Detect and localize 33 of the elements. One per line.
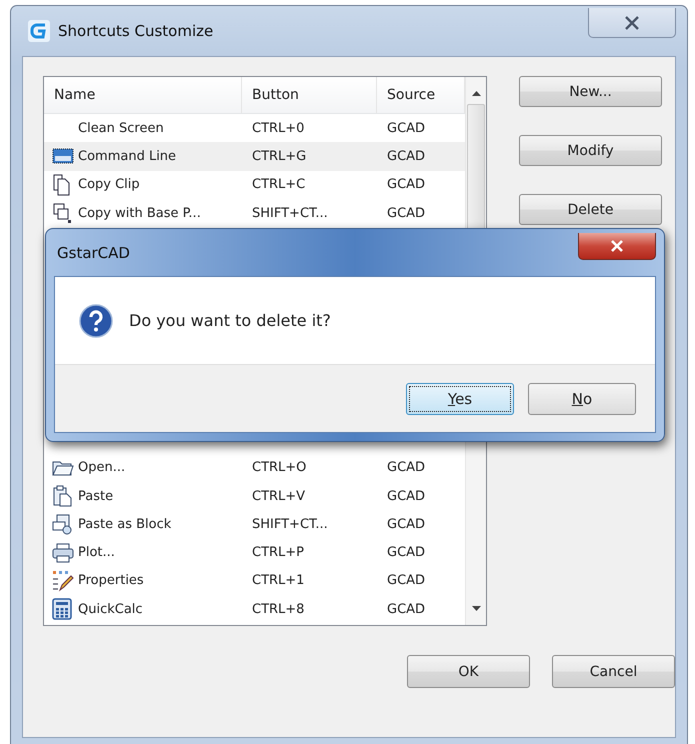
command-name: Copy Clip [78,177,140,192]
command-name: Command Line [78,148,176,164]
command-name: QuickCalc [78,602,143,617]
message-box-title: GstarCAD [57,244,130,262]
source-cell-text: GCAD [386,488,426,504]
shortcut-key: CTRL+8 [242,602,377,617]
source-cell-text: GCAD [386,545,426,560]
source-cell-text: GCAD [386,120,426,136]
shortcut-key: SHIFT+CT... [242,516,377,532]
source-cell-text: GCAD [386,148,426,164]
shortcut-key: CTRL+P [242,545,377,560]
command-name: Plot... [78,545,115,560]
command-name: Paste as Block [78,516,172,532]
source-cell-text: GCAD [386,602,426,617]
source-cell-text: GCAD [386,206,426,221]
shortcut-key: CTRL+G [242,148,377,164]
command-name: Clean Screen [78,120,164,136]
command-name: Paste [78,488,114,504]
message-text: Do you want to delete it? [129,311,331,330]
command-name: Properties [78,573,144,588]
source-cell-text: GCAD [386,177,426,192]
command-name: Open... [78,460,126,476]
command-name: Copy with Base P... [78,206,201,221]
window-title: Shortcuts Customize [58,22,214,40]
source-cell-text: GCAD [386,573,426,588]
shortcut-key: CTRL+V [242,488,377,504]
shortcut-key: CTRL+1 [242,573,377,588]
source-cell-text: GCAD [386,460,426,476]
shortcut-key: CTRL+C [242,177,377,192]
shortcut-key: CTRL+0 [242,120,377,136]
source-cell-text: GCAD [386,516,426,532]
shortcut-key: SHIFT+CT... [242,206,377,221]
shortcut-key: CTRL+O [242,460,377,476]
